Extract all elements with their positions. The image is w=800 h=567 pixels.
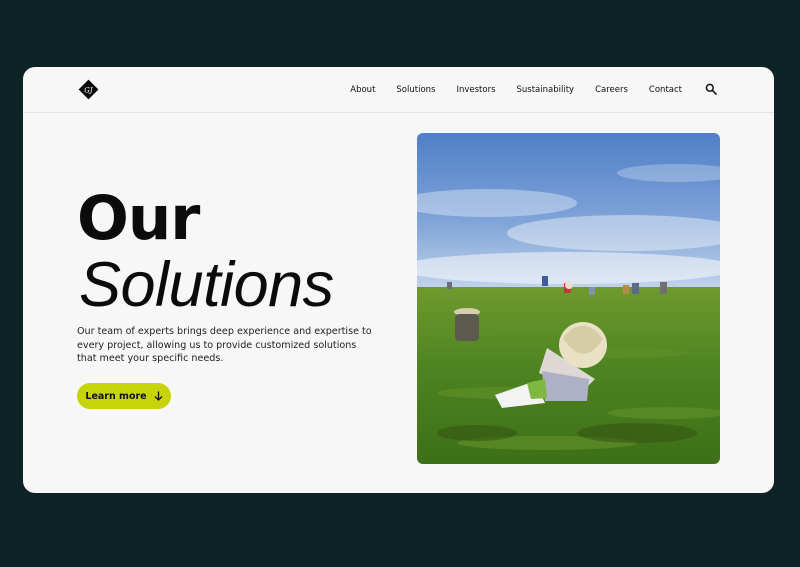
learn-more-button[interactable]: Learn more: [77, 383, 171, 409]
company-logo[interactable]: GJ: [78, 79, 99, 100]
nav-links: About Solutions Investors Sustainability…: [329, 67, 682, 112]
learn-more-label: Learn more: [85, 390, 147, 402]
nav-item-sustainability[interactable]: Sustainability: [517, 85, 575, 95]
arrow-down-icon: [154, 391, 163, 401]
tea-plantation-photo: [417, 133, 720, 464]
nav-item-careers[interactable]: Careers: [595, 85, 628, 95]
top-navigation: GJ About Solutions Investors Sustainabil…: [23, 67, 774, 113]
hero-description: Our team of experts brings deep experien…: [77, 326, 372, 365]
nav-item-about[interactable]: About: [350, 85, 375, 95]
page-card: GJ About Solutions Investors Sustainabil…: [23, 67, 774, 493]
hero-title-line2: Solutions: [79, 250, 334, 320]
logo-text: GJ: [84, 86, 94, 94]
nav-item-contact[interactable]: Contact: [649, 85, 682, 95]
nav-item-solutions[interactable]: Solutions: [396, 85, 435, 95]
search-icon[interactable]: [705, 83, 717, 95]
nav-item-investors[interactable]: Investors: [456, 85, 495, 95]
hero-title-line1: Our: [77, 183, 200, 254]
